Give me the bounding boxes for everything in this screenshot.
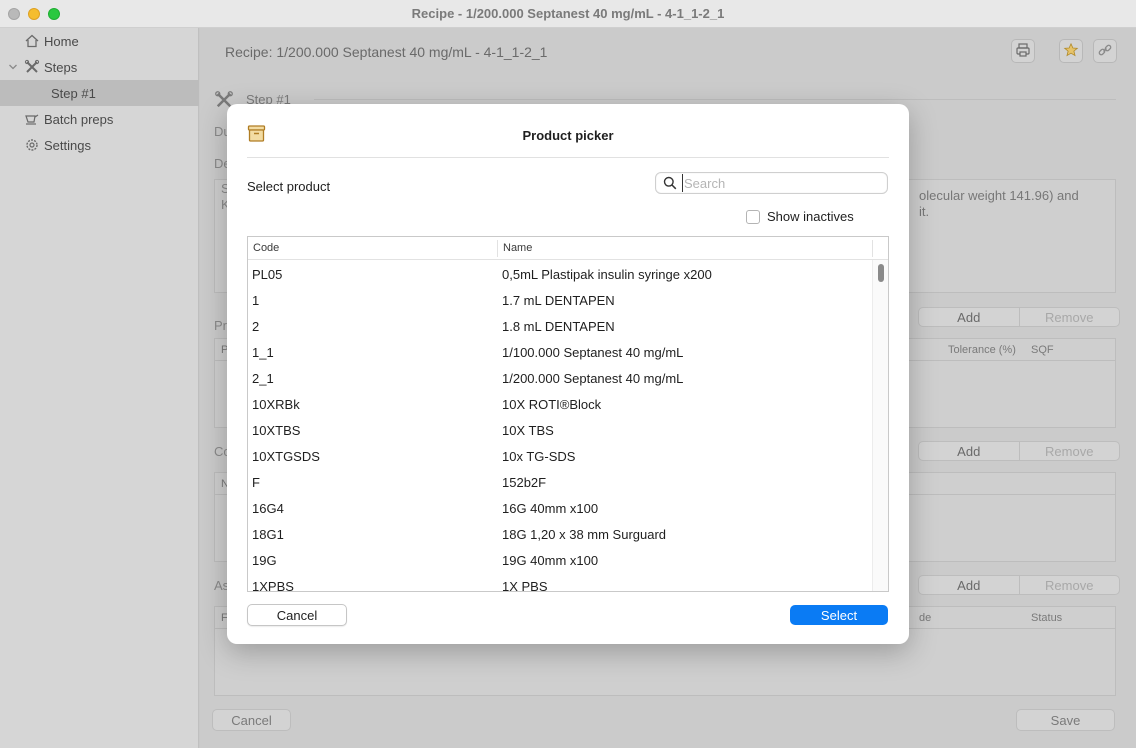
product-code: 10XTBS: [252, 423, 301, 438]
product-code: 2_1: [252, 371, 274, 386]
scrollbar-thumb[interactable]: [878, 264, 884, 282]
search-icon: [663, 176, 677, 190]
gear-icon: [24, 137, 40, 153]
product-name: 1X PBS: [502, 579, 548, 592]
product-picker-dialog: Product picker Select product Show inact…: [227, 104, 909, 644]
column-header-name[interactable]: Name: [503, 242, 532, 254]
link-button[interactable]: [1093, 39, 1117, 63]
sidebar-item-label: Settings: [44, 137, 91, 153]
chevron-down-icon[interactable]: [8, 62, 18, 72]
product-name: 16G 40mm x100: [502, 501, 599, 516]
product-code: 10XRBk: [252, 397, 300, 412]
add-asset-button[interactable]: Add: [919, 576, 1020, 594]
table-row[interactable]: 1XPBS 1X PBS: [248, 573, 872, 592]
sidebar-item-label: Home: [44, 33, 79, 49]
product-name: 152b2F: [502, 475, 547, 490]
description-text: olecular weight 141.96) and it.: [919, 188, 1079, 219]
table-header: Code Name: [248, 237, 888, 260]
steps-icon: [24, 59, 40, 75]
table-row[interactable]: 16G4 16G 40mm x100: [248, 495, 872, 521]
cancel-button[interactable]: Cancel: [247, 604, 347, 626]
products-add-remove: Add Remove: [918, 307, 1120, 327]
product-name: 1.8 mL DENTAPEN: [502, 319, 615, 334]
table-row[interactable]: 10XTGSDS 10x TG-SDS: [248, 443, 872, 469]
product-code: 10XTGSDS: [252, 449, 320, 464]
components-add-remove: Add Remove: [918, 441, 1120, 461]
table-row[interactable]: PL05 0,5mL Plastipak insulin syringe x200: [248, 261, 872, 287]
product-code: 16G4: [252, 501, 284, 516]
assets-add-remove: Add Remove: [918, 575, 1120, 595]
home-icon: [24, 33, 40, 49]
product-name: 1/100.000 Septanest 40 mg/mL: [502, 345, 684, 360]
star-icon: [1063, 42, 1079, 61]
dialog-title: Product picker: [522, 128, 614, 143]
recipe-title: Recipe: 1/200.000 Septanest 40 mg/mL - 4…: [225, 44, 548, 60]
table-row[interactable]: 2_1 1/200.000 Septanest 40 mg/mL: [248, 365, 872, 391]
product-code: PL05: [252, 267, 283, 282]
table-row[interactable]: 2 1.8 mL DENTAPEN: [248, 313, 872, 339]
remove-component-button[interactable]: Remove: [1020, 442, 1120, 460]
select-button[interactable]: Select: [790, 605, 888, 625]
table-row[interactable]: 10XRBk 10X ROTI®Block: [248, 391, 872, 417]
favorite-button[interactable]: [1059, 39, 1083, 63]
link-icon: [1097, 42, 1113, 61]
sidebar-item-settings[interactable]: Settings: [0, 132, 199, 158]
vertical-scrollbar[interactable]: [872, 260, 888, 591]
show-inactives-toggle[interactable]: Show inactives: [746, 209, 854, 224]
window-title: Recipe - 1/200.000 Septanest 40 mg/mL - …: [411, 6, 725, 21]
product-code: 19G: [252, 553, 277, 568]
printer-icon: [1015, 42, 1031, 61]
sidebar-item-batch-preps[interactable]: Batch preps: [0, 106, 199, 132]
product-code: 1_1: [252, 345, 274, 360]
add-component-button[interactable]: Add: [919, 442, 1020, 460]
product-code: 2: [252, 319, 260, 334]
product-code: 1XPBS: [252, 579, 294, 592]
select-product-label: Select product: [247, 179, 331, 194]
table-row[interactable]: 19G 19G 40mm x100: [248, 547, 872, 573]
column-header-code[interactable]: Code: [253, 242, 279, 254]
print-button[interactable]: [1011, 39, 1035, 63]
product-name: 10X ROTI®Block: [502, 397, 602, 412]
product-code: 18G1: [252, 527, 284, 542]
product-list[interactable]: Code Name PL05 0,5mL Plastipak insulin sy…: [247, 236, 889, 592]
sidebar-item-label: Steps: [44, 59, 78, 75]
products-label: Pr: [214, 318, 227, 333]
table-row[interactable]: 1 1.7 mL DENTAPEN: [248, 287, 872, 313]
product-name: 18G 1,20 x 38 mm Surguard: [502, 527, 667, 542]
search-field[interactable]: [655, 172, 888, 194]
product-name: 0,5mL Plastipak insulin syringe x200: [502, 267, 712, 282]
recipe-header: Recipe: 1/200.000 Septanest 40 mg/mL - 4…: [200, 28, 1136, 76]
table-row[interactable]: 1_1 1/100.000 Septanest 40 mg/mL: [248, 339, 872, 365]
table-row[interactable]: 18G1 18G 1,20 x 38 mm Surguard: [248, 521, 872, 547]
product-rows: PL05 0,5mL Plastipak insulin syringe x200…: [248, 261, 872, 592]
table-row[interactable]: 10XTBS 10X TBS: [248, 417, 872, 443]
sidebar: Home Steps Step #1 Batch preps Settings: [0, 28, 208, 748]
title-bar: Recipe - 1/200.000 Septanest 40 mg/mL - …: [0, 0, 1136, 28]
show-inactives-checkbox[interactable]: [746, 209, 760, 224]
product-name: 1/200.000 Septanest 40 mg/mL: [502, 371, 684, 386]
remove-asset-button[interactable]: Remove: [1020, 576, 1120, 594]
sidebar-item-step-1[interactable]: Step #1: [0, 80, 199, 106]
divider: [314, 99, 1116, 100]
save-button[interactable]: Save: [1016, 709, 1115, 731]
product-name: 19G 40mm x100: [502, 553, 599, 568]
batch-icon: [24, 111, 40, 127]
sidebar-item-steps[interactable]: Steps: [0, 54, 199, 80]
add-product-button[interactable]: Add: [919, 308, 1020, 326]
product-name: 10X TBS: [502, 423, 554, 438]
sidebar-item-label: Step #1: [51, 85, 96, 101]
show-inactives-label: Show inactives: [767, 209, 854, 224]
product-code: 1: [252, 293, 260, 308]
sidebar-item-label: Batch preps: [44, 111, 114, 127]
sidebar-item-home[interactable]: Home: [0, 28, 199, 54]
divider: [247, 157, 889, 158]
product-name: 1.7 mL DENTAPEN: [502, 293, 615, 308]
product-name: 10x TG-SDS: [502, 449, 576, 464]
product-code: F: [252, 475, 260, 490]
cancel-button[interactable]: Cancel: [212, 709, 291, 731]
search-input[interactable]: [682, 174, 882, 192]
remove-product-button[interactable]: Remove: [1020, 308, 1120, 326]
table-row[interactable]: F 152b2F: [248, 469, 872, 495]
